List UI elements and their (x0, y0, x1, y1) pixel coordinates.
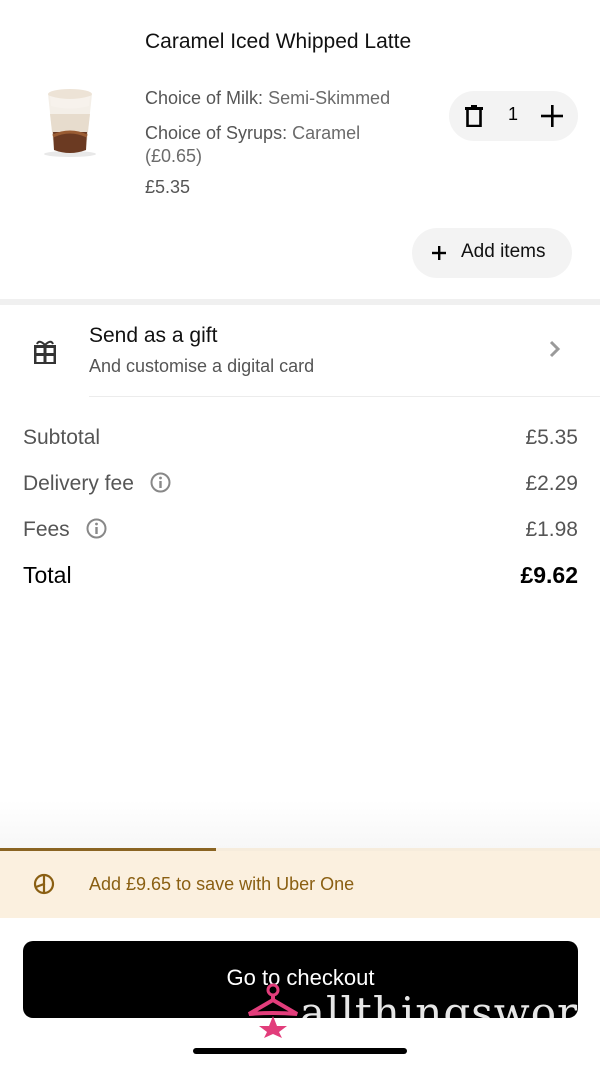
uber-one-text: Add £9.65 to save with Uber One (89, 874, 355, 894)
gift-title: Send as a gift (89, 324, 218, 347)
watermark-text: allthingsworn (300, 988, 580, 1037)
total-label: Total (23, 562, 72, 588)
scroll-fade (0, 800, 600, 848)
total-value: £9.62 (520, 562, 578, 588)
plus-icon[interactable] (541, 105, 563, 127)
fees-label-wrap: Fees (23, 518, 107, 542)
fees-value: £1.98 (525, 518, 578, 541)
add-items-label: Add items (461, 241, 546, 262)
option-label: Choice of Syrups: (145, 123, 288, 143)
latte-thumbnail (44, 89, 96, 157)
subtotal-value: £5.35 (525, 426, 578, 449)
item-price: £5.35 (145, 177, 191, 197)
quantity-stepper: 1 (449, 91, 578, 141)
quantity-value: 1 (507, 104, 518, 124)
delivery-fee-value: £2.29 (525, 472, 578, 495)
chevron-right-icon (549, 340, 561, 358)
plus-icon (432, 246, 446, 260)
delivery-fee-row: Delivery fee £2.29 (23, 472, 578, 502)
add-items-button[interactable]: Add items (412, 228, 572, 278)
option-label: Choice of Milk: (145, 88, 264, 108)
watermark: allthingsworn (245, 982, 580, 1042)
send-as-gift-row[interactable]: Send as a gift And customise a digital c… (0, 306, 600, 398)
trash-icon[interactable] (465, 105, 483, 127)
item-name: Caramel Iced Whipped Latte (145, 30, 412, 53)
fees-row: Fees £1.98 (23, 518, 578, 548)
item-option-syrups: Choice of Syrups: Caramel (£0.65) (145, 122, 405, 168)
home-indicator[interactable] (193, 1048, 407, 1054)
gift-subtitle: And customise a digital card (89, 356, 315, 376)
total-row: Total £9.62 (23, 562, 578, 592)
option-value: Semi-Skimmed (268, 88, 391, 108)
uber-one-banner[interactable]: Add £9.65 to save with Uber One (0, 851, 600, 918)
subtotal-row: Subtotal £5.35 (23, 426, 578, 456)
info-icon[interactable] (150, 472, 171, 493)
hanger-logo (247, 983, 299, 1038)
cart-item: Caramel Iced Whipped Latte Choice of Mil… (0, 0, 600, 300)
section-divider (0, 299, 600, 305)
divider (89, 396, 600, 397)
item-option-milk: Choice of Milk: Semi-Skimmed (145, 87, 435, 110)
gift-icon (34, 340, 56, 364)
fees-label: Fees (23, 518, 70, 541)
delivery-fee-label-wrap: Delivery fee (23, 472, 171, 496)
subtotal-label: Subtotal (23, 426, 101, 449)
uber-one-icon (33, 873, 55, 895)
delivery-fee-label: Delivery fee (23, 472, 134, 495)
info-icon[interactable] (86, 518, 107, 539)
